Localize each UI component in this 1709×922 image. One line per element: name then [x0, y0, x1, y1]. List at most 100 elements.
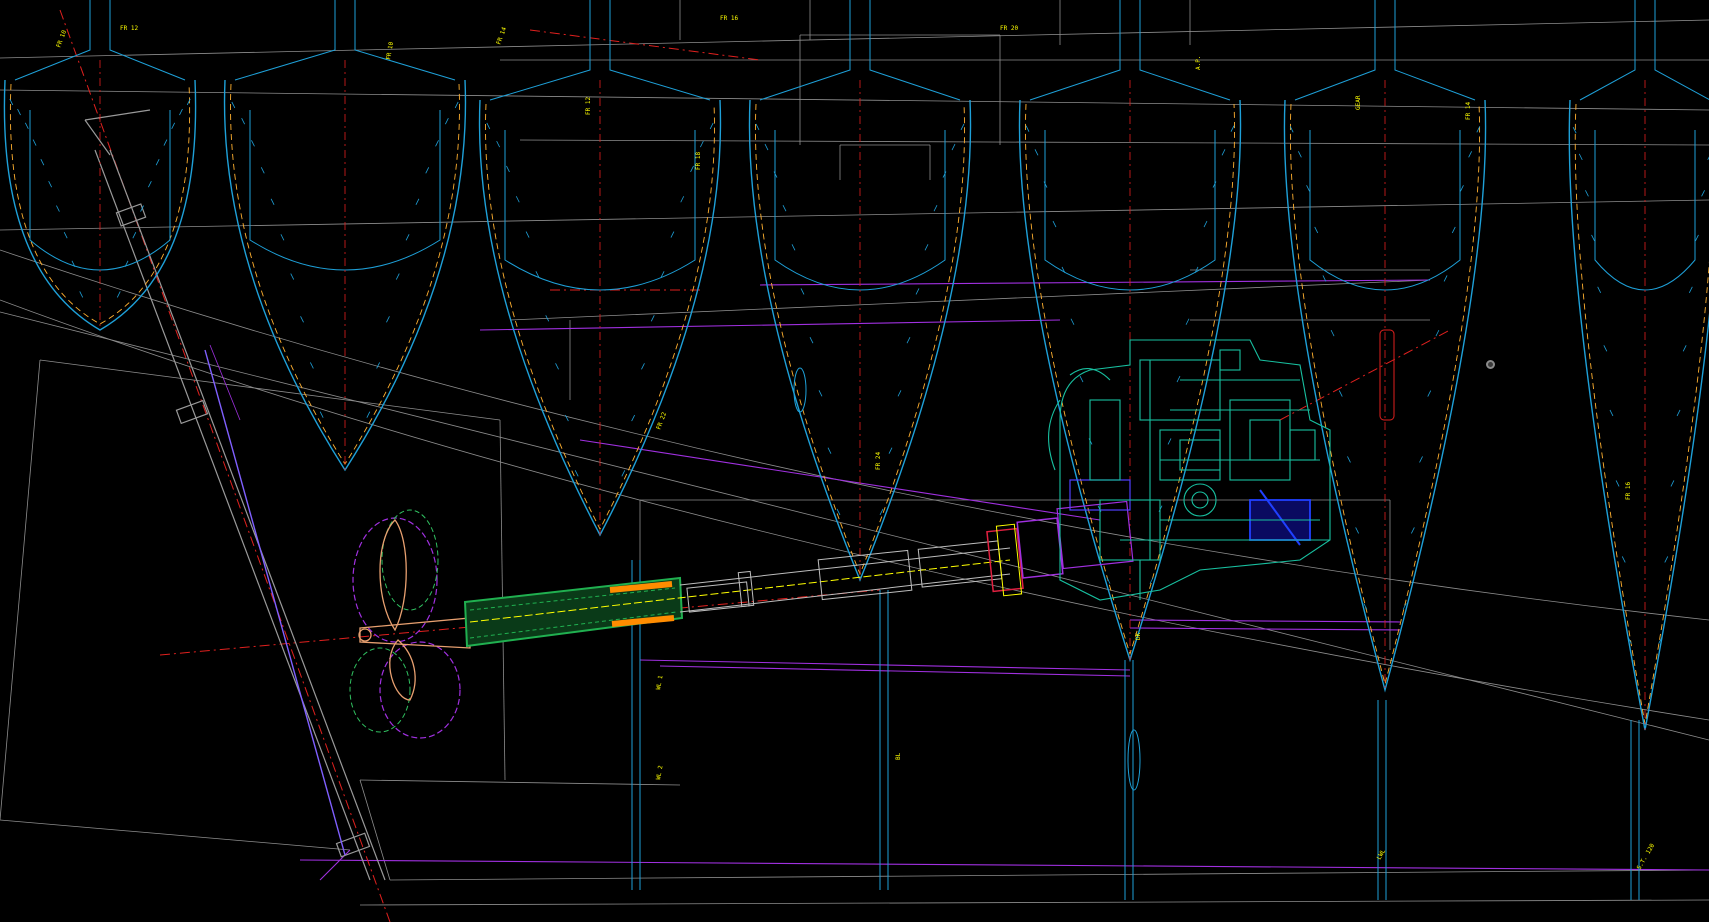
stiffener-tick [1167, 438, 1172, 445]
stiffener-tick [171, 122, 176, 129]
stiffener-tick [1025, 125, 1030, 132]
stiffener-tick [809, 337, 814, 344]
stiffener-tick [906, 337, 911, 344]
dimension-label: FR 24 [875, 452, 882, 470]
stiffener-tick [63, 232, 68, 239]
stiffener-tick [1034, 149, 1039, 156]
stiffener-tick [79, 291, 84, 298]
stiffener-tick [270, 198, 275, 205]
stiffener-tick [17, 108, 21, 116]
stiffener-tick [933, 204, 938, 212]
dimension-label: FR 14 [1465, 102, 1472, 120]
stiffener-tick [116, 291, 121, 298]
stiffener-tick [496, 140, 500, 148]
ship-hull-drawing[interactable]: FR 10 FR 12 FR 14 FR 16 FR 18 FR 20 FR 22 FR 24… [0, 0, 1709, 922]
stiffener-tick [425, 167, 430, 174]
stiffener-tick [435, 140, 439, 147]
stiffener-tick [1701, 190, 1705, 197]
dimension-label: FR 12 [585, 97, 592, 115]
stiffener-tick [1443, 275, 1448, 282]
stiffener-tick [251, 140, 255, 147]
dimension-label: A.P. [1195, 56, 1202, 70]
frame-stub [1579, 0, 1709, 101]
stiffener-tick [621, 470, 626, 477]
stiffener-tick [1221, 149, 1226, 156]
view-pivot-marker[interactable] [1486, 360, 1495, 369]
stiffener-tick [1427, 390, 1432, 397]
stiffener-tick [1670, 480, 1675, 487]
dimension-label: GEAR [1355, 95, 1362, 110]
stiffener-tick [680, 196, 685, 203]
stiffener-tick [1603, 345, 1608, 352]
stiffener-tick [366, 411, 371, 418]
stiffener-tick [574, 470, 579, 477]
stiffener-tick [565, 414, 569, 422]
stiffener-tick [319, 411, 324, 418]
stiffener-tick [1585, 190, 1589, 197]
stiffener-tick [915, 288, 920, 295]
stiffener-tick [376, 362, 380, 369]
hull-sections [3, 0, 1709, 731]
stiffener-tick [155, 158, 160, 166]
rudder-blade-line [204, 349, 346, 856]
stiffener-tick [1306, 185, 1310, 192]
dimension-label: FR 14 [495, 26, 508, 46]
propeller-shaft [463, 540, 1011, 648]
stiffener-tick [924, 244, 929, 251]
stiffener-tick [888, 447, 893, 454]
stiffener-tick [241, 118, 245, 125]
stiffener-tick [1330, 329, 1335, 337]
stiffener-tick [48, 181, 52, 188]
stiffener-tick [1355, 527, 1359, 534]
stiffener-tick [1609, 409, 1614, 417]
stiffener-tick [690, 165, 694, 173]
stiffener-tick [280, 234, 285, 241]
stiffener-tick [525, 231, 530, 238]
stiffener-tick [24, 122, 29, 129]
stiffener-tick [1230, 125, 1235, 132]
stiffener-tick [791, 244, 796, 251]
stiffener-tick [1052, 220, 1057, 228]
stiffener-tick [641, 363, 645, 370]
stiffener-tick [415, 198, 420, 205]
stiffener-tick [405, 234, 410, 241]
stiffener-tick [132, 232, 137, 239]
stiffener-tick [1621, 556, 1626, 563]
stiffener-tick [1070, 318, 1075, 325]
stiffener-tick [1591, 234, 1595, 242]
centerline-axes [59, 9, 1451, 922]
cad-viewport[interactable]: FR 10 FR 12 FR 14 FR 16 FR 18 FR 20 FR 22 FR 24… [0, 0, 1709, 922]
stiffener-tick [32, 139, 37, 146]
gearbox [986, 479, 1311, 597]
stiffener-tick [290, 273, 295, 280]
stiffener-tick [764, 143, 769, 151]
stiffener-tick [1411, 527, 1415, 534]
stiffener-tick [1682, 345, 1687, 352]
hull-section-outline [1568, 99, 1709, 731]
stiffener-tick [782, 204, 787, 212]
dimension-label: FR 16 [1625, 482, 1632, 500]
stiffener-tick [395, 273, 400, 280]
stiffener-tick [506, 165, 510, 173]
stiffener-tick [260, 167, 265, 174]
stiffener-tick [1688, 286, 1693, 293]
stiffener-tick [897, 390, 902, 397]
propeller [349, 509, 471, 739]
stiffener-tick [1185, 318, 1190, 325]
dimension-label: FR 18 [695, 152, 702, 170]
dimension-label: FR 10 [385, 41, 395, 60]
stiffener-tick [515, 196, 520, 203]
stiffener-tick [1615, 480, 1620, 487]
stiffener-tick [1079, 375, 1084, 383]
dimension-label: FR 16 [720, 15, 738, 22]
stiffener-tick [555, 363, 559, 370]
stiffener-tick [827, 447, 832, 454]
dimension-label: BL [895, 752, 902, 760]
stiffener-tick [231, 101, 236, 109]
stiffener-tick [951, 143, 956, 151]
stiffener-tick [386, 316, 390, 323]
stiffener-tick [1695, 234, 1699, 242]
dimension-label: DK [1135, 632, 1142, 640]
stiffener-tick [486, 122, 491, 130]
stiffener-tick [670, 231, 675, 238]
